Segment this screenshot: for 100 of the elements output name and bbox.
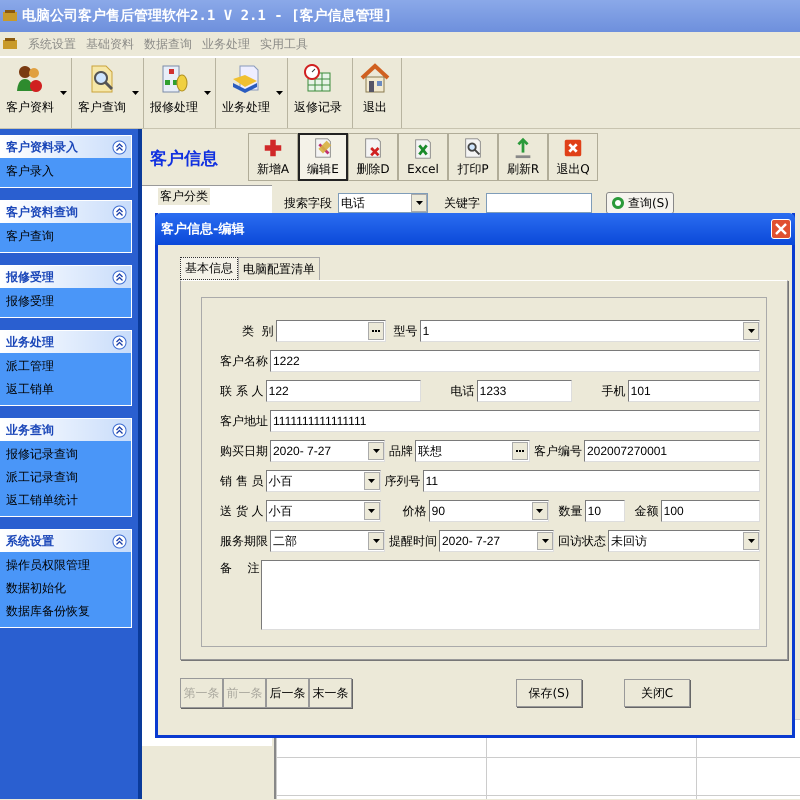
input-field[interactable]: 101 xyxy=(628,380,760,402)
field-label: 提醒时间 xyxy=(389,532,437,550)
panel-header[interactable]: 系统设置 xyxy=(0,530,131,552)
excel-icon xyxy=(412,138,434,160)
tree-item[interactable]: 客户分类 xyxy=(158,188,210,205)
dropdown-button[interactable] xyxy=(537,532,553,550)
panel-header[interactable]: 客户资料录入 xyxy=(0,136,131,158)
sidebar-item[interactable]: 派工管理 xyxy=(0,355,131,378)
toolbar-button[interactable]: 打印P xyxy=(448,133,498,181)
dropdown-button[interactable] xyxy=(743,322,759,340)
caret-icon[interactable] xyxy=(132,91,139,95)
combo-box[interactable]: 2020- 7-27 xyxy=(270,440,385,462)
combo-box[interactable]: 1 xyxy=(420,320,760,342)
caret-icon xyxy=(536,509,544,513)
collapse-icon[interactable] xyxy=(112,140,127,154)
combo-box[interactable]: 二部 xyxy=(270,530,385,552)
dropdown-button[interactable] xyxy=(368,532,384,550)
query-button[interactable]: 查询(S) xyxy=(606,192,674,214)
field-label: 备 注 xyxy=(220,560,260,577)
input-field[interactable]: 202007270001 xyxy=(584,440,760,462)
collapse-icon[interactable] xyxy=(112,534,127,548)
field-label: 品牌 xyxy=(389,442,413,460)
toolbar-button[interactable]: 退出 xyxy=(353,62,397,124)
keyword-field[interactable] xyxy=(486,193,592,213)
ring-icon xyxy=(611,196,625,210)
sidebar-item[interactable]: 派工记录查询 xyxy=(0,466,131,489)
field-label: 型号 xyxy=(394,322,418,340)
caret-icon[interactable] xyxy=(276,91,283,95)
field-label: 手机 xyxy=(602,382,626,400)
sidebar-item[interactable]: 报修记录查询 xyxy=(0,443,131,466)
field-label: 客户名称 xyxy=(220,352,268,370)
input-field[interactable] xyxy=(276,320,386,342)
panel-header[interactable]: 报修受理 xyxy=(0,266,131,288)
toolbar-button[interactable]: 客户资料 xyxy=(0,62,60,124)
field-label: 服务期限 xyxy=(220,532,268,550)
toolbar-button[interactable]: 退出Q xyxy=(548,133,598,181)
combo-box[interactable]: 小百 xyxy=(266,470,381,492)
sidebar-item[interactable]: 返工销单 xyxy=(0,378,131,401)
field-label: 类 别 xyxy=(242,322,274,340)
input-field[interactable]: 10 xyxy=(584,500,625,522)
tab[interactable]: 电脑配置清单 xyxy=(238,257,320,280)
toolbar-button[interactable]: 新增A xyxy=(248,133,298,181)
dropdown-button[interactable] xyxy=(532,502,548,520)
dropdown-button[interactable] xyxy=(364,502,380,520)
sidebar-item[interactable]: 报修受理 xyxy=(0,290,131,313)
caret-icon[interactable] xyxy=(204,91,211,95)
toolbar-button[interactable]: Excel xyxy=(398,133,448,181)
toolbar-button[interactable]: 返修记录 xyxy=(288,62,348,124)
sidebar-item[interactable]: 客户查询 xyxy=(0,225,131,248)
toolbar-button[interactable]: 刷新R xyxy=(498,133,548,181)
caret-icon xyxy=(372,539,380,543)
field-label: 金额 xyxy=(634,502,659,520)
combo-box[interactable]: 90 xyxy=(428,500,549,522)
input-field[interactable]: 11 xyxy=(422,470,760,492)
input-field[interactable]: 1222 xyxy=(270,350,760,372)
browse-button[interactable] xyxy=(368,322,384,340)
toolbar-button[interactable]: 编辑E xyxy=(298,133,348,181)
dropdown-button[interactable] xyxy=(368,442,384,460)
field-label: 关键字 xyxy=(444,194,480,212)
print-icon xyxy=(462,136,484,158)
collapse-icon[interactable] xyxy=(112,204,127,220)
input-field[interactable]: 1111111111111111 xyxy=(270,410,760,432)
sidebar-item[interactable]: 数据初始化 xyxy=(0,577,131,600)
panel-header[interactable]: 业务查询 xyxy=(0,419,131,441)
tab[interactable]: 基本信息 xyxy=(180,257,238,280)
input-field[interactable]: 122 xyxy=(266,380,421,402)
collapse-icon[interactable] xyxy=(112,334,127,350)
input-field[interactable]: 1233 xyxy=(476,380,572,402)
collapse-icon[interactable] xyxy=(112,270,127,284)
combo-box[interactable]: 小百 xyxy=(266,500,381,522)
dropdown-button[interactable] xyxy=(411,194,427,212)
panel-header[interactable]: 客户资料查询 xyxy=(0,201,131,223)
browse-button[interactable] xyxy=(512,442,528,460)
notes-field[interactable] xyxy=(261,560,760,630)
toolbar-button[interactable]: 业务处理 xyxy=(216,62,276,124)
caret-icon[interactable] xyxy=(60,91,67,95)
nav-button[interactable]: 末一条 xyxy=(309,678,352,708)
toolbar-button[interactable]: 客户查询 xyxy=(72,62,132,124)
dropdown-button[interactable] xyxy=(743,532,759,550)
close-button[interactable] xyxy=(771,219,791,239)
toolbar-button[interactable]: 报修处理 xyxy=(144,62,204,124)
panel-header[interactable]: 业务处理 xyxy=(0,331,131,353)
input-field[interactable]: 100 xyxy=(660,500,760,522)
nav-button[interactable]: 后一条 xyxy=(266,678,309,708)
combo-box[interactable]: 未回访 xyxy=(608,530,760,552)
page-title: 客户信息 xyxy=(150,148,218,170)
collapse-icon[interactable] xyxy=(112,422,127,438)
toolbar-button[interactable]: 删除D xyxy=(348,133,398,181)
sidebar-item[interactable]: 操作员权限管理 xyxy=(0,554,131,577)
sidebar-item[interactable]: 返工销单统计 xyxy=(0,489,131,512)
dialog-button[interactable]: 关闭C xyxy=(624,679,690,707)
input-field[interactable]: 联想 xyxy=(415,440,530,462)
dialog-button[interactable]: 保存(S) xyxy=(516,679,582,707)
sidebar-item[interactable]: 客户录入 xyxy=(0,160,131,183)
dropdown-button[interactable] xyxy=(364,472,380,490)
field-label: 销 售 员 xyxy=(220,472,264,490)
combo-box[interactable]: 2020- 7-27 xyxy=(439,530,554,552)
window-title: 电脑公司客户售后管理软件2.1 V 2.1 - [客户信息管理] xyxy=(22,7,392,25)
combo-box[interactable]: 电话 xyxy=(338,193,428,213)
sidebar-item[interactable]: 数据库备份恢复 xyxy=(0,600,131,623)
